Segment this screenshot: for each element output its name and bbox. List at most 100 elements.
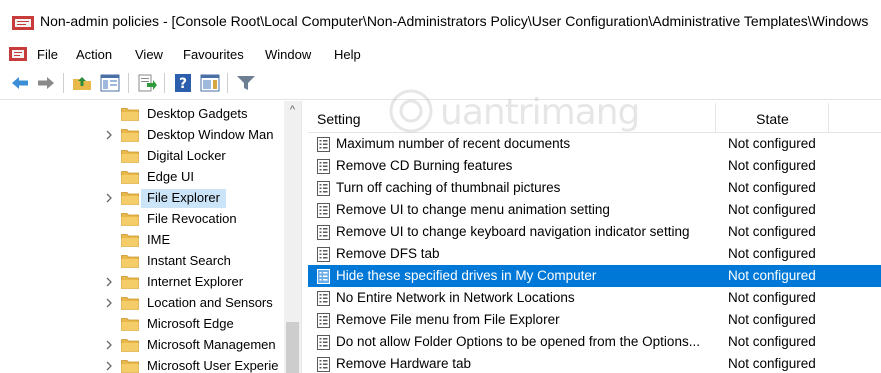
setting-name: Remove Hardware tab bbox=[336, 356, 472, 371]
folder-icon bbox=[121, 276, 139, 289]
table-row[interactable]: Remove UI to change keyboard navigation … bbox=[308, 221, 881, 243]
chevron-right-icon[interactable] bbox=[103, 191, 115, 205]
toolbar-separator bbox=[128, 73, 129, 93]
tree-item[interactable]: Location and Sensors bbox=[0, 293, 284, 314]
tree-item[interactable]: Desktop Gadgets bbox=[0, 104, 284, 125]
tree-item-label: File Revocation bbox=[147, 211, 237, 226]
column-header-state[interactable]: State bbox=[717, 103, 829, 133]
table-row[interactable]: Maximum number of recent documents Not co… bbox=[308, 133, 881, 155]
setting-name: Remove CD Burning features bbox=[336, 158, 513, 173]
folder-icon bbox=[121, 108, 139, 121]
window-title: Non-admin policies - [Console Root\Local… bbox=[40, 13, 869, 29]
up-folder-icon[interactable] bbox=[72, 74, 92, 92]
chevron-right-icon[interactable] bbox=[103, 359, 115, 373]
folder-icon bbox=[121, 129, 139, 142]
mmc-console-icon bbox=[12, 16, 34, 30]
export-list-icon[interactable] bbox=[137, 74, 157, 92]
action-pane-icon[interactable] bbox=[200, 74, 220, 92]
setting-name: Remove UI to change menu animation setti… bbox=[336, 202, 610, 217]
table-row[interactable]: Remove File menu from File Explorer Not c… bbox=[308, 309, 881, 331]
tree-item[interactable]: File Revocation bbox=[0, 209, 284, 230]
policy-setting-icon bbox=[317, 137, 330, 152]
policy-setting-icon bbox=[317, 181, 330, 196]
folder-icon bbox=[121, 150, 139, 163]
setting-state: Not configured bbox=[728, 202, 816, 217]
list-header: Setting State bbox=[308, 103, 881, 133]
menu-help[interactable]: Help bbox=[334, 47, 361, 62]
back-icon[interactable] bbox=[10, 74, 30, 92]
policy-setting-icon bbox=[317, 357, 330, 372]
tree-item[interactable]: IME bbox=[0, 230, 284, 251]
table-row[interactable]: Remove CD Burning features Not configured bbox=[308, 155, 881, 177]
chevron-right-icon[interactable] bbox=[103, 275, 115, 289]
policy-setting-icon bbox=[317, 313, 330, 328]
tree-item[interactable]: Microsoft Edge bbox=[0, 314, 284, 335]
app-system-menu-icon[interactable] bbox=[8, 46, 28, 62]
policy-setting-icon bbox=[317, 225, 330, 240]
chevron-right-icon[interactable] bbox=[103, 338, 115, 352]
setting-state: Not configured bbox=[728, 246, 816, 261]
setting-state: Not configured bbox=[728, 158, 816, 173]
setting-name: Remove File menu from File Explorer bbox=[336, 312, 560, 327]
folder-icon bbox=[121, 360, 139, 373]
policy-setting-icon bbox=[317, 247, 330, 262]
tree-scrollbar[interactable]: ^ bbox=[284, 101, 301, 373]
menu-action[interactable]: Action bbox=[76, 47, 112, 62]
menu-file[interactable]: File bbox=[37, 47, 58, 62]
console-tree: Desktop Gadgets Desktop Window Man Digital… bbox=[0, 101, 304, 373]
setting-state: Not configured bbox=[728, 312, 816, 327]
menu-favourites[interactable]: Favourites bbox=[183, 47, 244, 62]
tree-item[interactable]: Desktop Window Man bbox=[0, 125, 284, 146]
forward-icon[interactable] bbox=[36, 74, 56, 92]
chevron-right-icon[interactable] bbox=[103, 296, 115, 310]
folder-icon bbox=[121, 171, 139, 184]
tree-item-label: Digital Locker bbox=[147, 148, 226, 163]
toolbar-separator bbox=[164, 73, 165, 93]
filter-icon[interactable] bbox=[236, 74, 256, 92]
setting-state: Not configured bbox=[728, 224, 816, 239]
policy-setting-icon bbox=[317, 159, 330, 174]
setting-name: Do not allow Folder Options to be opened… bbox=[336, 334, 700, 349]
tree-item[interactable]: Instant Search bbox=[0, 251, 284, 272]
tree-item-label: Microsoft Managemen bbox=[147, 337, 276, 352]
tree-item[interactable]: Microsoft User Experie bbox=[0, 356, 284, 373]
chevron-right-icon[interactable] bbox=[103, 128, 115, 142]
setting-name: Remove DFS tab bbox=[336, 246, 440, 261]
tree-item[interactable]: Internet Explorer bbox=[0, 272, 284, 293]
table-row[interactable]: Hide these specified drives in My Comput… bbox=[308, 265, 881, 287]
setting-state: Not configured bbox=[728, 334, 816, 349]
table-row[interactable]: Remove Hardware tab Not configured bbox=[308, 353, 881, 373]
column-header-setting[interactable]: Setting bbox=[308, 103, 716, 133]
scrollbar-thumb[interactable] bbox=[286, 322, 299, 373]
menu-window[interactable]: Window bbox=[265, 47, 311, 62]
tree-item-label: Microsoft User Experie bbox=[147, 358, 279, 373]
scroll-up-icon[interactable]: ^ bbox=[287, 105, 298, 116]
folder-icon bbox=[121, 234, 139, 247]
folder-icon bbox=[121, 255, 139, 268]
show-hide-tree-icon[interactable] bbox=[100, 74, 120, 92]
toolbar-separator bbox=[227, 73, 228, 93]
table-row[interactable]: Do not allow Folder Options to be opened… bbox=[308, 331, 881, 353]
tree-item[interactable]: Edge UI bbox=[0, 167, 284, 188]
setting-name: Hide these specified drives in My Comput… bbox=[336, 268, 597, 283]
tree-item-label: Instant Search bbox=[147, 253, 231, 268]
table-row[interactable]: Turn off caching of thumbnail pictures No… bbox=[308, 177, 881, 199]
table-row[interactable]: Remove DFS tab Not configured bbox=[308, 243, 881, 265]
tree-item-label: IME bbox=[147, 232, 171, 247]
tree-item[interactable]: Microsoft Managemen bbox=[0, 335, 284, 356]
help-icon[interactable]: ? bbox=[173, 74, 193, 92]
pane-splitter[interactable] bbox=[301, 101, 308, 373]
policy-setting-icon bbox=[317, 335, 330, 350]
tree-item[interactable]: File Explorer bbox=[0, 188, 284, 209]
tree-item[interactable]: Digital Locker bbox=[0, 146, 284, 167]
folder-icon bbox=[121, 339, 139, 352]
table-row[interactable]: No Entire Network in Network Locations No… bbox=[308, 287, 881, 309]
menu-view[interactable]: View bbox=[135, 47, 163, 62]
policy-setting-icon bbox=[317, 269, 330, 284]
setting-name: Turn off caching of thumbnail pictures bbox=[336, 180, 561, 195]
folder-icon bbox=[121, 297, 139, 310]
table-row[interactable]: Remove UI to change menu animation setti… bbox=[308, 199, 881, 221]
toolbar-separator bbox=[63, 73, 64, 93]
tree-item-label: Location and Sensors bbox=[147, 295, 273, 310]
folder-icon bbox=[121, 213, 139, 226]
